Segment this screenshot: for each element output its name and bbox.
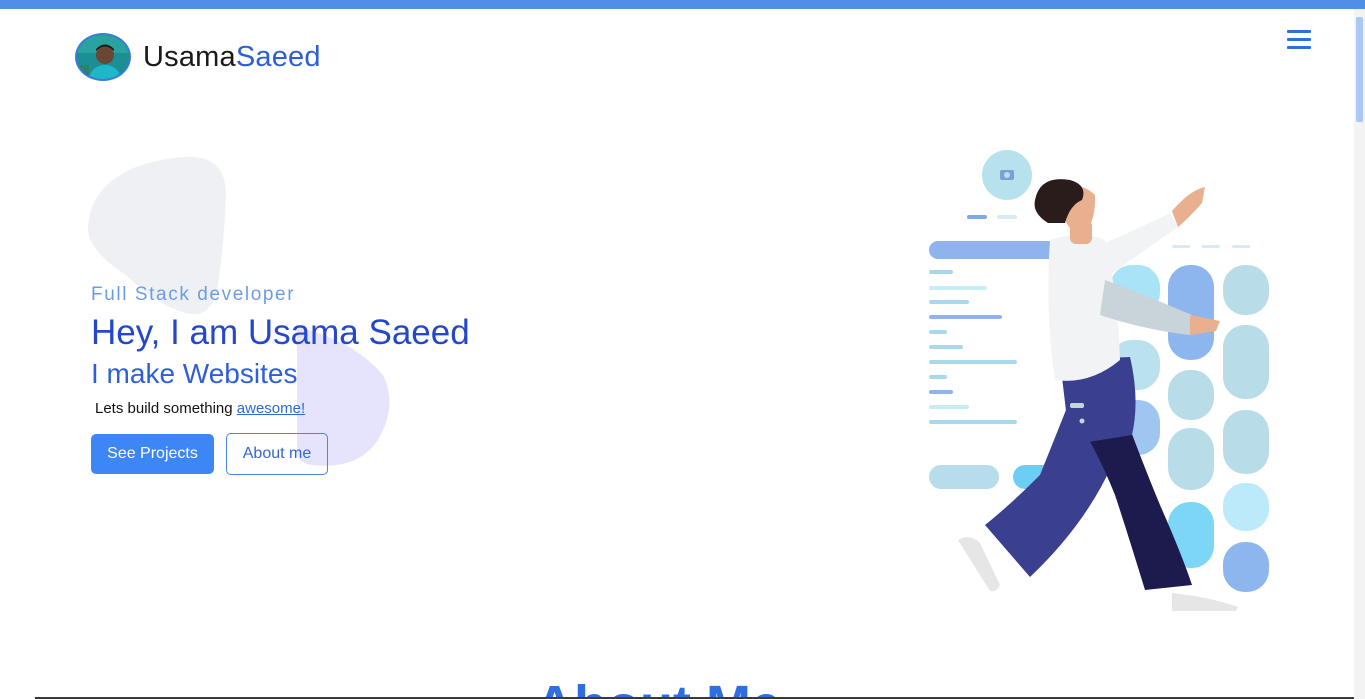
brand[interactable]: UsamaSaeed — [75, 33, 321, 81]
tagline-text: Lets build something — [95, 400, 237, 417]
awesome-link[interactable]: awesome! — [237, 400, 305, 417]
top-accent-bar — [0, 0, 1365, 9]
hero-headline: Hey, I am Usama Saeed — [91, 313, 470, 352]
scrollbar-thumb[interactable] — [1356, 17, 1363, 122]
about-section-heading: About Me — [535, 670, 781, 699]
hero-subtitle: Full Stack developer — [91, 284, 296, 305]
about-me-button[interactable]: About me — [226, 433, 328, 475]
see-projects-button[interactable]: See Projects — [91, 434, 214, 474]
hamburger-menu-icon[interactable] — [1287, 30, 1311, 50]
avatar — [75, 33, 131, 81]
hero-subheadline: I make Websites — [91, 358, 298, 389]
hero-tagline: Lets build something awesome! — [95, 400, 305, 417]
brand-name: UsamaSaeed — [143, 41, 321, 74]
hero-illustration — [929, 150, 1269, 611]
brand-last-name: Saeed — [235, 40, 321, 73]
page-scrollbar[interactable] — [1354, 9, 1365, 699]
brand-first-name: Usama — [143, 40, 236, 73]
